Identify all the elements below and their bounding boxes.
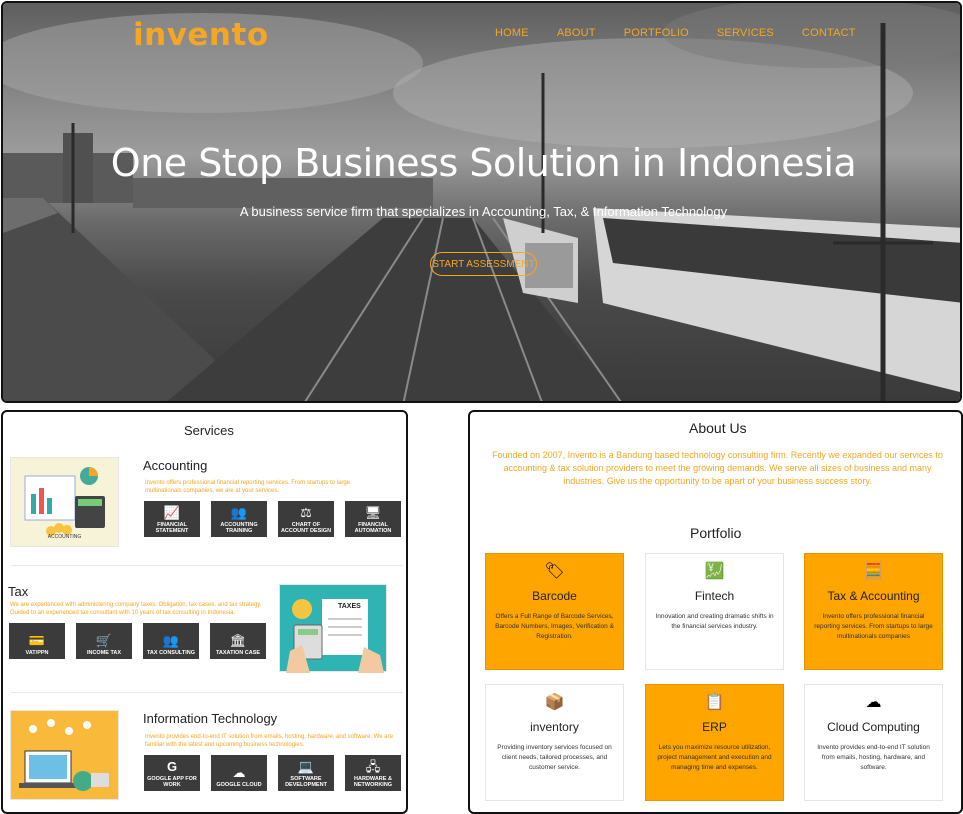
about-text: Founded on 2007, Invento is a Bandung ba… (492, 450, 943, 486)
accounting-illustration: ACCOUNTING (10, 457, 119, 547)
card-title: ERP (702, 720, 727, 734)
tile-financial-automation[interactable]: 🖥 FINANCIAL AUTOMATION (345, 501, 401, 537)
card-description: Offers a Full Range of Barcode Services,… (495, 613, 614, 640)
tile-google-app-for-work[interactable]: G GOOGLE APP FOR WORK (144, 755, 200, 791)
tile-label: TAX CONSULTING (146, 650, 196, 656)
card-title: Cloud Computing (827, 720, 920, 734)
tile-label: ACCOUNTING TRAINING (220, 522, 258, 534)
calculator-icon: 🧮 (863, 563, 884, 580)
tile-label: GOOGLE APP FOR WORK (147, 776, 197, 788)
scale-icon: ⚖ (300, 505, 312, 520)
portfolio-card-barcode[interactable]: 🏷 Barcode Offers a Full Range of Barcode… (485, 553, 624, 670)
about-portfolio-section: About Us Founded on 2007, Invento is a B… (468, 410, 963, 814)
about-title: About Us (689, 420, 747, 436)
card-description: Providing inventory services focused on … (497, 744, 612, 771)
people-icon: 👥 (162, 633, 180, 648)
cloud-icon: ☁ (232, 765, 246, 780)
tile-google-cloud[interactable]: ☁ GOOGLE CLOUD (211, 755, 267, 791)
card-title: Tax & Accounting (827, 589, 920, 603)
card-description: Invento offers professional financial re… (814, 613, 933, 640)
portfolio-card-tax-accounting[interactable]: 🧮 Tax & Accounting Invento offers profes… (804, 553, 943, 670)
inventory-icon: 📦 (544, 694, 565, 711)
tile-financial-statement[interactable]: 📈 FINANCIAL STATEMENT (144, 501, 200, 537)
tile-software-development[interactable]: 💻 SOFTWARE DEVELOPMENT (278, 755, 334, 791)
nav-portfolio[interactable]: PORTFOLIO (624, 27, 689, 39)
bank-icon: 🏛 (229, 633, 247, 648)
monitor-icon: 🖥 (364, 505, 382, 520)
nav-contact[interactable]: CONTACT (802, 27, 856, 39)
tax-illustration: TAXES (279, 584, 387, 673)
accounting-heading: Accounting (143, 458, 208, 473)
hero-section: invento HOME ABOUT PORTFOLIO SERVICES CO… (1, 1, 962, 403)
tile-label: GOOGLE CLOUD (216, 782, 262, 788)
nav-services[interactable]: SERVICES (717, 27, 774, 39)
tax-heading: Tax (8, 584, 29, 599)
tax-description: We are experienced with administering co… (10, 602, 262, 616)
network-icon: 🖧 (365, 759, 381, 774)
cart-icon: 🛒 (95, 633, 113, 648)
google-icon: G (166, 759, 178, 774)
nav-home[interactable]: HOME (495, 27, 529, 39)
tile-label: SOFTWARE DEVELOPMENT (285, 776, 327, 788)
clipboard-clock-icon: 📋 (704, 694, 725, 711)
divider (11, 692, 403, 693)
tile-hardware-networking[interactable]: 🖧 HARDWARE & NETWORKING (345, 755, 401, 791)
tile-label: CHART OF ACCOUNT DESIGN (280, 522, 332, 534)
cloud-computing-icon: ☁ (865, 694, 882, 711)
fintech-icon: 💹 (704, 563, 725, 580)
tile-taxation-case[interactable]: 🏛 TAXATION CASE (210, 623, 266, 659)
card-description: Innovation and creating dramatic shifts … (655, 613, 774, 630)
card-title: inventory (530, 720, 579, 734)
tile-accounting-training[interactable]: 👥 ACCOUNTING TRAINING (211, 501, 267, 537)
it-illustration (10, 710, 119, 800)
it-description: Invento provides end-to-end IT solution … (145, 734, 393, 748)
card-title: Barcode (532, 589, 577, 603)
main-nav: HOME ABOUT PORTFOLIO SERVICES CONTACT (495, 27, 884, 39)
card-description: Lets you maximize resource utilization, … (657, 744, 772, 771)
chart-icon: 📈 (163, 505, 181, 520)
services-title: Services (184, 423, 234, 438)
tile-label: FINANCIAL AUTOMATION (354, 522, 392, 534)
people-icon: 👥 (230, 505, 248, 520)
tile-vat-ppn[interactable]: 💳 VAT/PPN (9, 623, 65, 659)
accounting-description: Invento offers professional financial re… (145, 480, 350, 494)
portfolio-card-inventory[interactable]: 📦 inventory Providing inventory services… (485, 684, 624, 801)
divider (11, 565, 403, 566)
tile-label: INCOME TAX (86, 650, 122, 656)
accounting-image-caption: ACCOUNTING (47, 534, 82, 540)
it-heading: Information Technology (143, 711, 278, 726)
tile-label: FINANCIAL STATEMENT (155, 522, 189, 534)
card-icon: 💳 (28, 633, 46, 648)
tax-image-caption: TAXES (338, 603, 361, 610)
portfolio-card-fintech[interactable]: 💹 Fintech Innovation and creating dramat… (645, 553, 784, 670)
tile-label: HARDWARE & NETWORKING (353, 776, 393, 788)
card-description: Invento provides end-to-end IT solution … (817, 744, 930, 771)
tile-tax-consulting[interactable]: 👥 TAX CONSULTING (143, 623, 199, 659)
card-title: Fintech (694, 589, 735, 603)
portfolio-card-cloud-computing[interactable]: ☁ Cloud Computing Invento provides end-t… (804, 684, 943, 801)
start-assessment-button[interactable]: START ASSESSMENT (430, 252, 537, 276)
nav-about[interactable]: ABOUT (557, 27, 596, 39)
laptop-icon: 💻 (297, 759, 315, 774)
portfolio-title: Portfolio (690, 525, 742, 541)
hero-subtitle: A business service firm that specializes… (239, 204, 728, 219)
brand-logo[interactable]: invento (133, 17, 269, 53)
tile-label: VAT/PPN (25, 650, 49, 656)
tile-label: TAXATION CASE (215, 650, 261, 656)
services-section: Services ACCOUNTING Accounting Invento o… (1, 410, 408, 814)
portfolio-card-erp[interactable]: 📋 ERP Lets you maximize resource utiliza… (645, 684, 784, 801)
tile-chart-of-account-design[interactable]: ⚖ CHART OF ACCOUNT DESIGN (278, 501, 334, 537)
tile-income-tax[interactable]: 🛒 INCOME TAX (76, 623, 132, 659)
hero-background-image (3, 3, 960, 401)
barcode-icon: 🏷 (544, 563, 565, 580)
hero-title: One Stop Business Solution in Indonesia (110, 141, 857, 185)
